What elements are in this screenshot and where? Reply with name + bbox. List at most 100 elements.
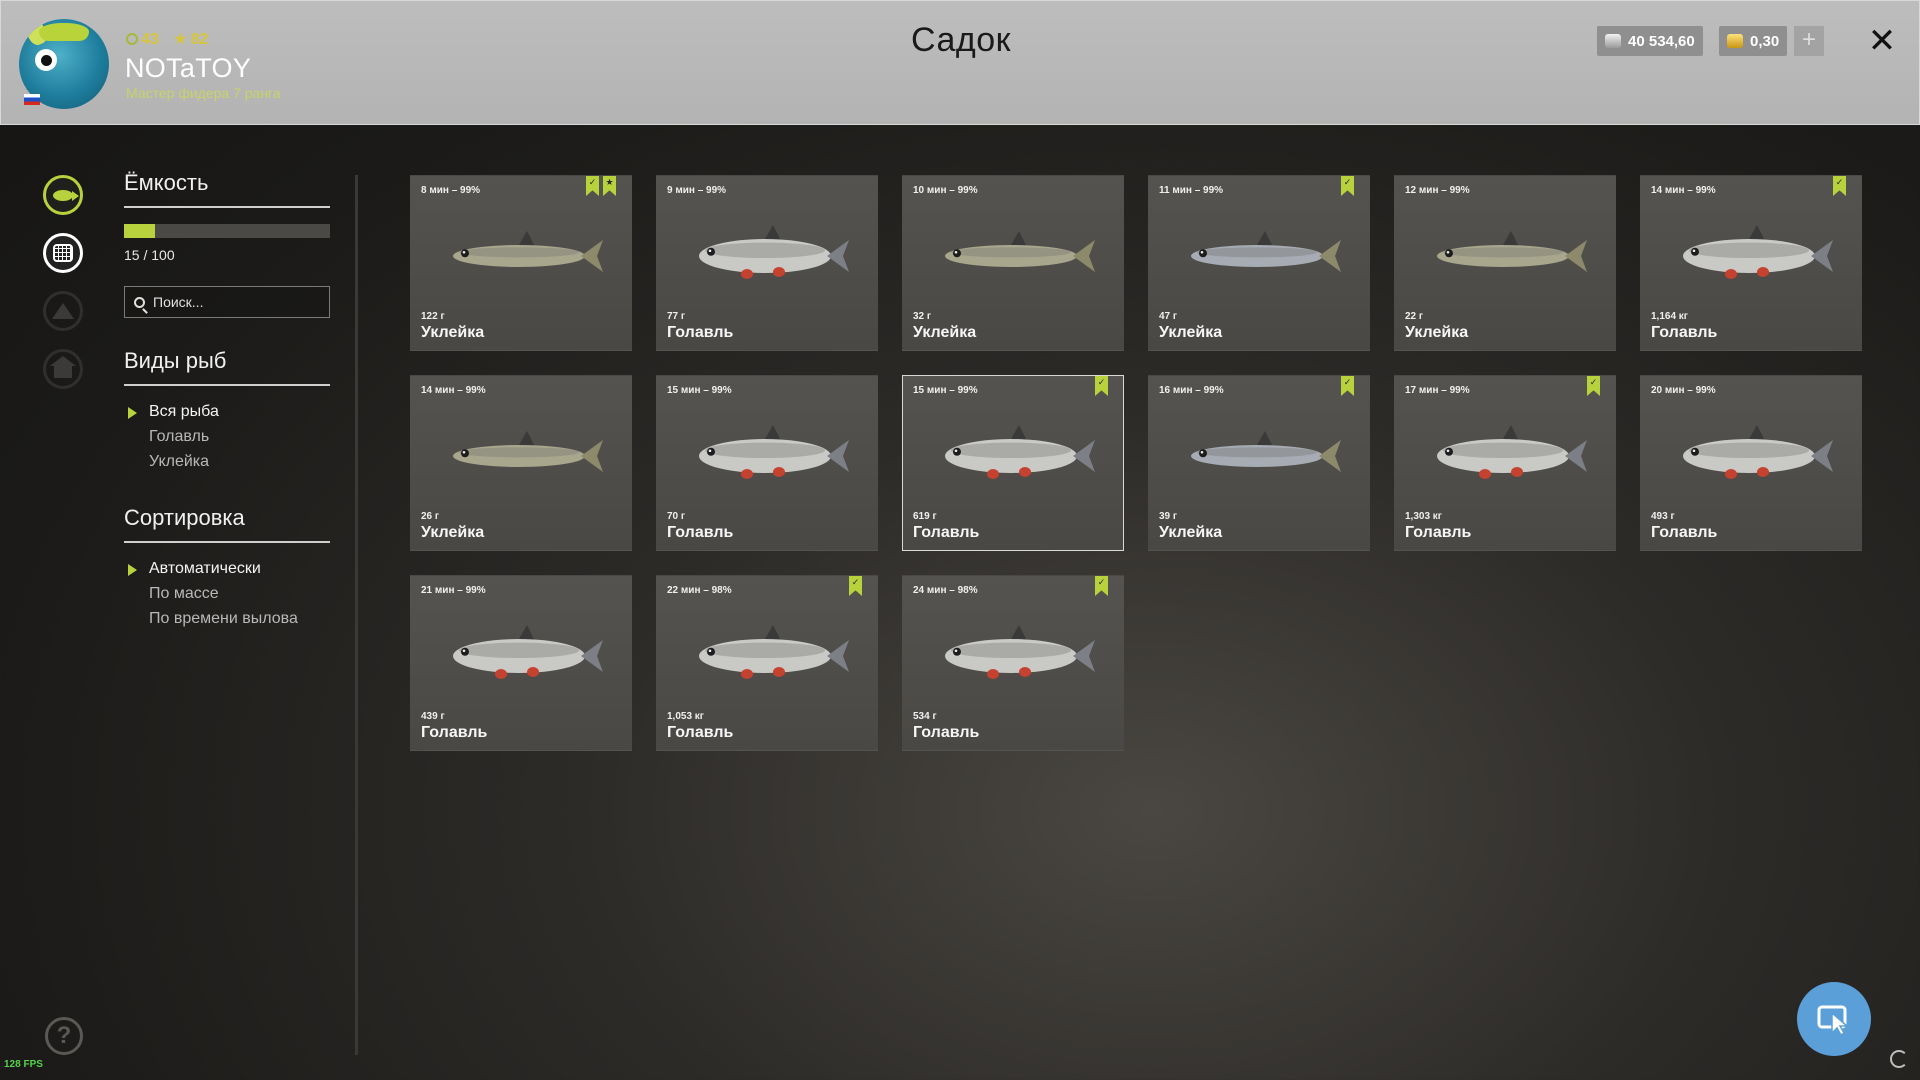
capacity-bar [124, 224, 330, 238]
fish-name: Голавль [1405, 524, 1472, 541]
fish-name: Голавль [1651, 324, 1718, 341]
fish-types-title: Виды рыб [124, 348, 330, 386]
chub-fish-image [699, 225, 849, 279]
sorting-title: Сортировка [124, 505, 330, 543]
fish-name: Голавль [667, 524, 734, 541]
catch-time: 15 мин – 99% [913, 385, 978, 396]
card-badges: ✓ ★ [586, 176, 616, 196]
fish-card[interactable]: 12 мин – 99% 22 г Уклейка [1394, 175, 1616, 351]
fish-weight: 77 г [667, 311, 686, 322]
silver-balance: 40 534,60 [1597, 26, 1703, 56]
fish-card[interactable]: 8 мин – 99% ✓ ★ 122 г Уклейка [410, 175, 632, 351]
keepnet-storage-tab[interactable] [43, 233, 83, 273]
sorting-list: Автоматически По массе По времени вылова [124, 557, 330, 632]
chub-fish-image [945, 625, 1095, 679]
card-badges: ✓ [1095, 576, 1108, 596]
catch-time: 17 мин – 99% [1405, 385, 1470, 396]
fish-card[interactable]: 21 мин – 99% 439 г Голавль [410, 575, 632, 751]
bookmark-check-icon[interactable]: ✓ [1095, 376, 1108, 396]
camp-tab[interactable] [43, 291, 83, 331]
tent-icon [52, 303, 74, 319]
fish-weight: 32 г [913, 311, 932, 322]
search-box[interactable] [124, 286, 330, 318]
bookmark-check-icon[interactable]: ✓ [1341, 376, 1354, 396]
panel-divider [355, 175, 358, 1055]
fish-card[interactable]: 14 мин – 99% ✓ 1,164 кг Голавль [1640, 175, 1862, 351]
fish_types-item[interactable]: Голавль [124, 425, 330, 450]
fish_types-item[interactable]: Уклейка [124, 450, 330, 475]
sorting-item[interactable]: По времени вылова [124, 607, 330, 632]
catch-time: 14 мин – 99% [421, 385, 486, 396]
catch-time: 24 мин – 98% [913, 585, 978, 596]
catch-time: 12 мин – 99% [1405, 185, 1470, 196]
fish-card[interactable]: 22 мин – 98% ✓ 1,053 кг Голавль [656, 575, 878, 751]
card-badges: ✓ [1587, 376, 1600, 396]
fish-card[interactable]: 10 мин – 99% 32 г Уклейка [902, 175, 1124, 351]
capacity-count: 15 / 100 [124, 247, 175, 263]
fish-weight: 619 г [913, 511, 937, 522]
bookmark-check-icon[interactable]: ✓ [586, 176, 599, 196]
sorting-item[interactable]: Автоматически [124, 557, 330, 582]
house-tab[interactable] [43, 349, 83, 389]
chub-fish-image [1683, 225, 1833, 279]
bookmark-check-icon[interactable]: ✓ [1095, 576, 1108, 596]
bookmark-check-icon[interactable]: ✓ [1341, 176, 1354, 196]
fish-card[interactable]: 15 мин – 99% ✓ 619 г Голавль [902, 375, 1124, 551]
fish-name: Голавль [421, 724, 488, 741]
fish-card[interactable]: 17 мин – 99% ✓ 1,303 кг Голавль [1394, 375, 1616, 551]
fish-name: Уклейка [421, 324, 485, 341]
fish-card[interactable]: 14 мин – 99% 26 г Уклейка [410, 375, 632, 551]
help-button[interactable]: ? [45, 1017, 83, 1055]
add-currency-button[interactable]: + [1794, 26, 1824, 56]
fps-counter: 128 FPS [4, 1059, 43, 1070]
catch-time: 11 мин – 99% [1159, 185, 1224, 196]
fish-card[interactable]: 20 мин – 99% 493 г Голавль [1640, 375, 1862, 551]
trophy-star-icon[interactable]: ★ [603, 176, 616, 196]
fish-weight: 70 г [667, 511, 686, 522]
sorting-item[interactable]: По массе [124, 582, 330, 607]
card-badges: ✓ [1095, 376, 1108, 396]
keepnet-fish-tab[interactable] [43, 175, 83, 215]
fish-card[interactable]: 11 мин – 99% ✓ 47 г Уклейка [1148, 175, 1370, 351]
catch-time: 10 мин – 99% [913, 185, 978, 196]
search-input[interactable] [153, 294, 313, 310]
catch-time: 22 мин – 98% [667, 585, 732, 596]
card-badges: ✓ [1833, 176, 1846, 196]
fish-name: Уклейка [913, 324, 977, 341]
silver-coin-icon [1605, 34, 1621, 48]
bleak-fish-image [453, 231, 603, 272]
bookmark-check-icon[interactable]: ✓ [1833, 176, 1846, 196]
bookmark-check-icon[interactable]: ✓ [849, 576, 862, 596]
capacity-bar-fill [124, 224, 155, 238]
fish-card[interactable]: 24 мин – 98% ✓ 534 г Голавль [902, 575, 1124, 751]
gold-amount: 0,30 [1750, 32, 1780, 50]
catch-time: 16 мин – 99% [1159, 385, 1224, 396]
bleak-fish-image [1191, 231, 1341, 272]
gold-coin-icon [1727, 34, 1743, 48]
keepnet-grid: 8 мин – 99% ✓ ★ 122 г Уклейка 9 мин – 99%… [410, 175, 1862, 751]
fish-card[interactable]: 15 мин – 99% 70 г Голавль [656, 375, 878, 551]
fish-name: Уклейка [421, 524, 485, 541]
fish-card[interactable]: 16 мин – 99% ✓ 39 г Уклейка [1148, 375, 1370, 551]
bookmark-check-icon[interactable]: ✓ [1587, 376, 1600, 396]
search-icon [134, 296, 145, 308]
keepnet-icon [53, 244, 73, 262]
catch-time: 15 мин – 99% [667, 385, 732, 396]
card-badges: ✓ [1341, 176, 1354, 196]
fish-weight: 122 г [421, 311, 445, 322]
fish-weight: 47 г [1159, 311, 1178, 322]
chub-fish-image [1437, 425, 1587, 479]
fish-name: Уклейка [1405, 324, 1469, 341]
gold-balance: 0,30 [1719, 26, 1788, 56]
close-button[interactable]: ✕ [1865, 21, 1899, 61]
cursor-mode-button[interactable] [1797, 982, 1871, 1056]
fish-name: Голавль [1651, 524, 1718, 541]
fish-weight: 26 г [421, 511, 440, 522]
fish-icon [53, 189, 79, 201]
card-badges: ✓ [849, 576, 862, 596]
fish_types-item[interactable]: Вся рыба [124, 400, 330, 425]
fish-name: Голавль [913, 724, 980, 741]
fish-card[interactable]: 9 мин – 99% 77 г Голавль [656, 175, 878, 351]
silver-amount: 40 534,60 [1628, 32, 1695, 50]
fish-weight: 1,164 кг [1651, 311, 1688, 322]
